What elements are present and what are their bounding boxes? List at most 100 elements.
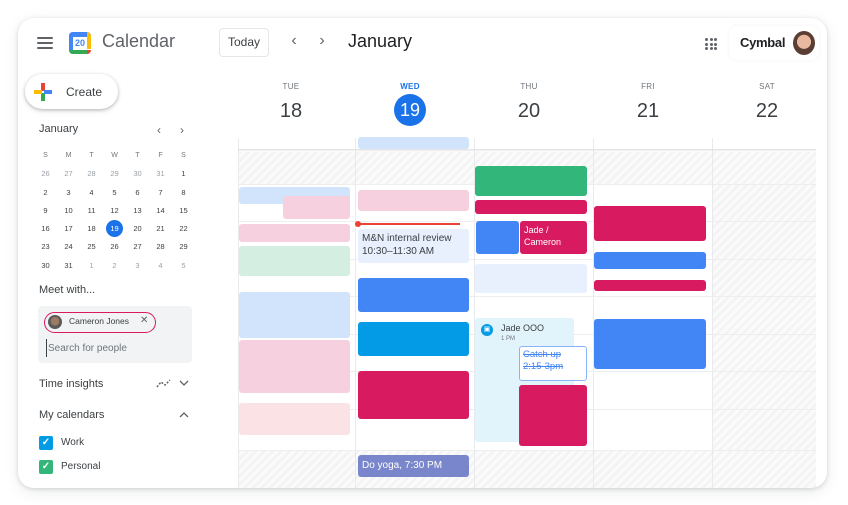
calendar-event[interactable] <box>358 190 469 211</box>
calendar-event[interactable] <box>358 278 469 312</box>
mini-calendar-prev-button[interactable]: ‹ <box>157 123 161 137</box>
mini-day[interactable]: 3 <box>57 184 80 202</box>
day-header-fri[interactable]: FRI 21 <box>589 82 707 125</box>
user-avatar[interactable] <box>793 31 815 55</box>
mini-day[interactable]: 6 <box>126 184 149 202</box>
mini-day[interactable]: 27 <box>57 165 80 183</box>
day-header-wed[interactable]: WED 19 <box>351 82 469 126</box>
calendar-event[interactable] <box>358 322 469 356</box>
calendar-label: Work <box>61 437 85 448</box>
mini-day[interactable]: 31 <box>57 257 80 275</box>
next-week-button[interactable]: › <box>314 32 330 50</box>
event-title: M&N internal review <box>362 233 452 244</box>
mini-day[interactable]: 29 <box>172 238 195 256</box>
mini-day[interactable]: 3 <box>126 257 149 275</box>
mini-day[interactable]: 23 <box>34 238 57 256</box>
mini-day[interactable]: 28 <box>80 165 103 183</box>
mini-day[interactable]: 16 <box>34 220 57 238</box>
today-button[interactable]: Today <box>219 28 269 57</box>
mini-day[interactable]: 2 <box>34 184 57 202</box>
calendar-event[interactable] <box>594 252 706 269</box>
mini-day[interactable]: 26 <box>103 238 126 256</box>
calendar-event[interactable] <box>475 166 587 196</box>
out-of-office-icon: ▣ <box>481 324 493 336</box>
mini-calendar-next-button[interactable]: › <box>180 123 184 137</box>
mini-day[interactable]: 10 <box>57 202 80 220</box>
mini-day[interactable]: 18 <box>80 220 103 238</box>
calendar-event[interactable] <box>283 196 350 219</box>
calendar-event[interactable] <box>594 280 706 291</box>
mini-day[interactable]: 20 <box>126 220 149 238</box>
mini-day[interactable]: 7 <box>149 184 172 202</box>
header-divider <box>238 149 816 152</box>
previous-week-button[interactable]: ‹ <box>286 32 302 50</box>
mini-day[interactable]: 4 <box>149 257 172 275</box>
main-menu-icon[interactable] <box>37 37 53 49</box>
calendar-event[interactable] <box>594 319 706 369</box>
calendar-event[interactable] <box>594 206 706 241</box>
day-header-thu[interactable]: THU 20 <box>470 82 588 125</box>
mini-day[interactable]: 1 <box>172 165 195 183</box>
my-calendars-toggle[interactable]: My calendars <box>39 409 104 421</box>
mini-day[interactable]: 30 <box>34 257 57 275</box>
time-insights-toggle[interactable]: Time insights <box>39 378 103 390</box>
calendar-event[interactable] <box>519 385 587 446</box>
mini-day[interactable]: 21 <box>149 220 172 238</box>
apps-grid-icon[interactable] <box>705 38 717 50</box>
person-chip[interactable]: Cameron Jones ✕ <box>44 312 156 333</box>
mini-day[interactable]: 13 <box>126 202 149 220</box>
brand-logo: Cymbal <box>740 35 786 50</box>
calendar-event[interactable] <box>239 340 350 393</box>
day-of-week: FRI <box>641 82 655 91</box>
day-header-sat[interactable]: SAT 22 <box>708 82 826 125</box>
calendar-event[interactable] <box>475 264 587 293</box>
event-catch-up-declined[interactable]: Catch up 2:15-3pm <box>519 346 587 381</box>
calendar-event[interactable] <box>239 224 350 242</box>
weekday-label: S <box>43 152 48 159</box>
mini-day[interactable]: 31 <box>149 165 172 183</box>
calendar-event[interactable] <box>239 292 350 338</box>
event-mn-internal-review[interactable]: M&N internal review 10:30–11:30 AM <box>358 229 469 263</box>
calendar-event[interactable] <box>358 371 469 419</box>
mini-day[interactable]: 8 <box>172 184 195 202</box>
create-button[interactable]: Create <box>25 74 118 109</box>
mini-day[interactable]: 14 <box>149 202 172 220</box>
event-time: 1 PM <box>501 336 516 342</box>
search-people-input[interactable] <box>46 339 186 357</box>
mini-day[interactable]: 30 <box>126 165 149 183</box>
event-jade-cameron[interactable]: Jade / Cameron <box>520 221 587 254</box>
mini-day[interactable]: 28 <box>149 238 172 256</box>
mini-day[interactable]: 17 <box>57 220 80 238</box>
weekday-label: F <box>158 152 163 159</box>
chevron-up-icon[interactable] <box>179 410 189 423</box>
day-header-tue[interactable]: TUE 18 <box>232 82 350 125</box>
chevron-down-icon[interactable] <box>179 378 189 391</box>
mini-day[interactable]: 4 <box>80 184 103 202</box>
mini-day[interactable]: 25 <box>80 238 103 256</box>
remove-person-icon[interactable]: ✕ <box>140 315 148 326</box>
mini-day[interactable]: 2 <box>103 257 126 275</box>
mini-day[interactable]: 5 <box>103 184 126 202</box>
calendar-event[interactable] <box>476 221 519 254</box>
event-do-yoga[interactable]: Do yoga, 7:30 PM <box>358 455 469 477</box>
meet-with-title: Meet with... <box>39 284 96 296</box>
mini-day[interactable]: 22 <box>172 220 195 238</box>
mini-day[interactable]: 11 <box>80 202 103 220</box>
calendar-event[interactable] <box>239 246 350 276</box>
mini-day-today[interactable]: 19 <box>103 220 126 238</box>
current-time-dot <box>355 221 361 227</box>
mini-day[interactable]: 9 <box>34 202 57 220</box>
mini-day[interactable]: 1 <box>80 257 103 275</box>
account-switcher[interactable]: Cymbal <box>729 26 819 60</box>
mini-day[interactable]: 26 <box>34 165 57 183</box>
mini-day[interactable]: 12 <box>103 202 126 220</box>
mini-day[interactable]: 5 <box>172 257 195 275</box>
mini-day[interactable]: 27 <box>126 238 149 256</box>
calendar-event[interactable] <box>239 403 350 435</box>
checkbox-checked-icon[interactable]: ✓ <box>39 436 53 450</box>
mini-day[interactable]: 29 <box>103 165 126 183</box>
mini-day[interactable]: 24 <box>57 238 80 256</box>
calendar-event[interactable] <box>475 200 587 214</box>
checkbox-checked-icon[interactable]: ✓ <box>39 460 53 474</box>
mini-day[interactable]: 15 <box>172 202 195 220</box>
